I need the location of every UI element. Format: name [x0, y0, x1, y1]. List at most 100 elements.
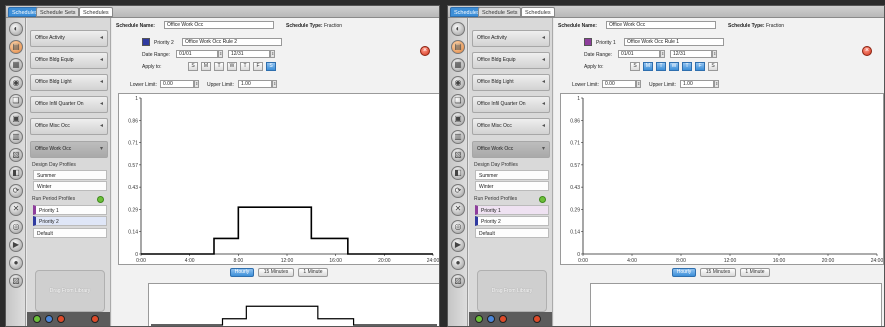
tools-icon[interactable]: ✕	[9, 202, 23, 216]
schedule-item-office-bldg-light[interactable]: Office Bldg Light ◂	[472, 74, 550, 91]
schedule-profile-chart[interactable]: 0 0.14 0.29 0.43 0.57 0.71 0.86 1 0:00 4:00 8:00 12…	[118, 93, 439, 265]
loads-icon[interactable]: ◉	[451, 76, 465, 90]
schedule-name-input[interactable]: Office Work Occ	[606, 21, 716, 29]
simulation-icon[interactable]: ▶	[451, 238, 465, 252]
schedule-item-office-misc-occ[interactable]: Office Misc Occ ◂	[472, 118, 550, 135]
schedules-icon[interactable]: ▤	[9, 40, 23, 54]
remove-icon[interactable]	[499, 315, 507, 323]
day-toggle-button[interactable]: F	[253, 62, 263, 71]
design-day-winter[interactable]: Winter	[33, 181, 107, 191]
hourly-button[interactable]: Hourly	[672, 268, 696, 277]
results-icon[interactable]: ▨	[9, 274, 23, 288]
add-profile-icon[interactable]	[539, 196, 546, 203]
day-toggle-button[interactable]: F	[695, 62, 705, 71]
schedule-item-office-activity[interactable]: Office Activity ◂	[30, 30, 108, 47]
tab-schedules-sub[interactable]: Schedules	[521, 7, 555, 17]
constructions-icon[interactable]: ▦	[451, 58, 465, 72]
day-toggle-button[interactable]: T	[214, 62, 224, 71]
facility-icon[interactable]: ▥	[451, 130, 465, 144]
schedule-profile-chart[interactable]: 0 0.14 0.29 0.43 0.57 0.71 0.86 1 0:00 4:00 8:00 12…	[560, 93, 884, 265]
lower-limit-stepper[interactable]: ⇕	[636, 80, 641, 88]
design-day-summer[interactable]: Summer	[33, 170, 107, 180]
delete-rule-icon[interactable]: ×	[420, 46, 430, 56]
spaces-icon[interactable]: ▧	[9, 148, 23, 162]
run-period-default[interactable]: Default	[33, 228, 107, 238]
1-minute-button[interactable]: 1 Minute	[298, 268, 328, 277]
day-toggle-button[interactable]: W	[669, 62, 679, 71]
15-minutes-button[interactable]: 15 Minutes	[700, 268, 736, 277]
geometry-icon[interactable]: ▣	[9, 112, 23, 126]
variables-icon[interactable]: ◎	[451, 220, 465, 234]
15-minutes-button[interactable]: 15 Minutes	[258, 268, 294, 277]
schedule-item-office-misc-occ[interactable]: Office Misc Occ ◂	[30, 118, 108, 135]
rule-name-input[interactable]: Office Work Occ Rule 1	[624, 38, 724, 46]
upper-limit-input[interactable]: 1.00	[238, 80, 272, 88]
profile-overview-chart[interactable]	[590, 283, 882, 326]
schedule-name-input[interactable]: Office Work Occ	[164, 21, 274, 29]
date-start-input[interactable]: 01/01	[618, 50, 660, 58]
results-icon[interactable]: ▨	[451, 274, 465, 288]
delete-rule-icon[interactable]: ×	[862, 46, 872, 56]
tab-schedule-sets[interactable]: Schedule Sets	[36, 7, 80, 17]
schedules-icon[interactable]: ▤	[451, 40, 465, 54]
tools-icon[interactable]: ✕	[451, 202, 465, 216]
run-icon[interactable]: ●	[451, 256, 465, 270]
run-period-priority-1[interactable]: Priority 1	[475, 205, 549, 215]
schedule-item-office-activity[interactable]: Office Activity ◂	[472, 30, 550, 47]
schedule-item-office-infil[interactable]: Office Infil Quarter On ◂	[472, 96, 550, 113]
upper-limit-stepper[interactable]: ⇕	[714, 80, 719, 88]
day-toggle-button[interactable]: M	[201, 62, 211, 71]
site-icon[interactable]: ◐	[451, 22, 465, 36]
day-toggle-button[interactable]: S	[266, 62, 276, 71]
site-icon[interactable]: ◐	[9, 22, 23, 36]
day-toggle-button[interactable]: S	[708, 62, 718, 71]
purge-icon[interactable]	[533, 315, 541, 323]
date-end-input[interactable]: 12/31	[670, 50, 712, 58]
rule-name-input[interactable]: Office Work Occ Rule 2	[182, 38, 282, 46]
drag-from-library-dropzone[interactable]: Drag From Library	[35, 270, 105, 312]
add-icon[interactable]	[33, 315, 41, 323]
lower-limit-stepper[interactable]: ⇕	[194, 80, 199, 88]
tab-schedules-sub[interactable]: Schedules	[79, 7, 113, 17]
geometry-icon[interactable]: ▣	[451, 112, 465, 126]
remove-icon[interactable]	[57, 315, 65, 323]
hvac-icon[interactable]: ⟳	[451, 184, 465, 198]
run-icon[interactable]: ●	[9, 256, 23, 270]
constructions-icon[interactable]: ▦	[9, 58, 23, 72]
day-toggle-button[interactable]: T	[682, 62, 692, 71]
thermal-zones-icon[interactable]: ◧	[451, 166, 465, 180]
drag-from-library-dropzone[interactable]: Drag From Library	[477, 270, 547, 312]
date-start-stepper[interactable]: ⇕	[660, 50, 665, 58]
space-types-icon[interactable]: ❏	[451, 94, 465, 108]
lower-limit-input[interactable]: 0.00	[160, 80, 194, 88]
space-types-icon[interactable]: ❏	[9, 94, 23, 108]
rule-color-swatch[interactable]	[584, 38, 592, 46]
schedule-item-office-bldg-equip[interactable]: Office Bldg Equip ◂	[30, 52, 108, 69]
day-toggle-button[interactable]: T	[240, 62, 250, 71]
design-day-summer[interactable]: Summer	[475, 170, 549, 180]
upper-limit-input[interactable]: 1.00	[680, 80, 714, 88]
day-toggle-button[interactable]: S	[188, 62, 198, 71]
rule-color-swatch[interactable]	[142, 38, 150, 46]
facility-icon[interactable]: ▥	[9, 130, 23, 144]
run-period-priority-2[interactable]: Priority 2	[33, 216, 107, 226]
tab-schedule-sets[interactable]: Schedule Sets	[478, 7, 522, 17]
copy-icon[interactable]	[487, 315, 495, 323]
hourly-button[interactable]: Hourly	[230, 268, 254, 277]
date-start-stepper[interactable]: ⇕	[218, 50, 223, 58]
date-end-stepper[interactable]: ⇕	[712, 50, 717, 58]
run-period-default[interactable]: Default	[475, 228, 549, 238]
add-profile-icon[interactable]	[97, 196, 104, 203]
day-toggle-button[interactable]: M	[643, 62, 653, 71]
copy-icon[interactable]	[45, 315, 53, 323]
hvac-icon[interactable]: ⟳	[9, 184, 23, 198]
simulation-icon[interactable]: ▶	[9, 238, 23, 252]
design-day-winter[interactable]: Winter	[475, 181, 549, 191]
lower-limit-input[interactable]: 0.00	[602, 80, 636, 88]
profile-overview-chart[interactable]	[148, 283, 439, 326]
day-toggle-button[interactable]: W	[227, 62, 237, 71]
run-period-priority-2[interactable]: Priority 2	[475, 216, 549, 226]
run-period-priority-1[interactable]: Priority 1	[33, 205, 107, 215]
upper-limit-stepper[interactable]: ⇕	[272, 80, 277, 88]
day-toggle-button[interactable]: T	[656, 62, 666, 71]
